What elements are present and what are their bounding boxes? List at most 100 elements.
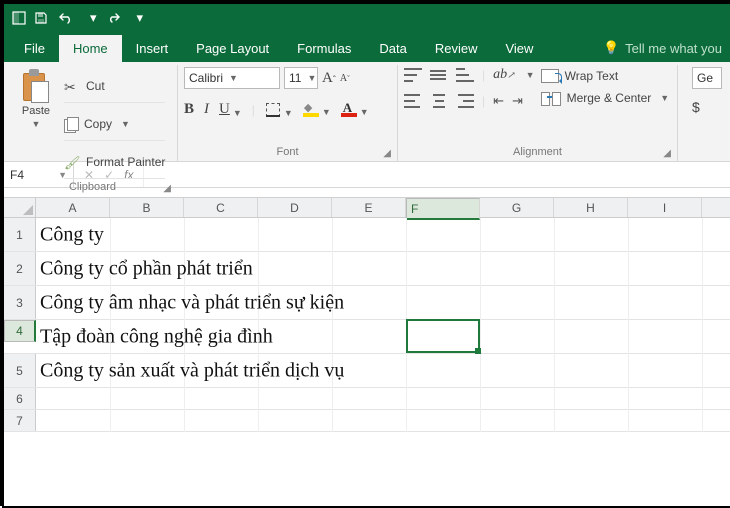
col-header-e[interactable]: E	[332, 198, 406, 217]
scissors-icon	[64, 79, 80, 93]
align-right-icon[interactable]	[456, 94, 474, 108]
save-icon[interactable]	[34, 11, 48, 25]
format-painter-button[interactable]: Format Painter	[64, 145, 165, 179]
accounting-format-icon[interactable]: $	[692, 99, 700, 115]
select-all-corner[interactable]	[4, 198, 36, 217]
align-top-icon[interactable]	[404, 68, 422, 82]
qat-customize-icon[interactable]: ▾	[137, 10, 144, 26]
redo-icon[interactable]	[107, 11, 121, 25]
paste-label: Paste	[22, 105, 50, 117]
row-7[interactable]: 7	[4, 410, 730, 432]
clipboard-launcher-icon[interactable]: ◢	[163, 183, 171, 194]
tab-review[interactable]: Review	[421, 35, 492, 62]
bold-button[interactable]: B	[184, 101, 194, 118]
tab-file[interactable]: File	[10, 35, 59, 62]
group-label-clipboard: Clipboard ◢	[14, 179, 171, 196]
tell-me-label: Tell me what you	[625, 41, 722, 56]
row-header-5[interactable]: 5	[4, 354, 36, 387]
row-header-7[interactable]: 7	[4, 410, 36, 431]
col-header-i[interactable]: I	[628, 198, 702, 217]
col-header-b[interactable]: B	[110, 198, 184, 217]
row-6[interactable]: 6	[4, 388, 730, 410]
chevron-down-icon[interactable]: ▼	[322, 107, 331, 117]
merge-center-button[interactable]: Merge & Center ▼	[541, 91, 670, 105]
row-header-2[interactable]: 2	[4, 252, 36, 285]
number-format-value: Ge	[697, 71, 713, 85]
row-2[interactable]: 2 Công ty cổ phần phát triển	[4, 252, 730, 286]
cell-a4[interactable]: Tập đoàn công nghệ gia đình	[40, 325, 273, 348]
font-size-value: 11	[289, 71, 301, 85]
col-header-c[interactable]: C	[184, 198, 258, 217]
paste-button[interactable]: Paste ▼	[14, 67, 58, 129]
row-header-6[interactable]: 6	[4, 388, 36, 409]
tab-formulas[interactable]: Formulas	[283, 35, 365, 62]
decrease-indent-icon[interactable]: ⇤	[493, 93, 504, 109]
cell-a3[interactable]: Công ty âm nhạc và phát triển sự kiện	[40, 291, 344, 314]
align-center-icon[interactable]	[430, 94, 448, 108]
tab-page-layout[interactable]: Page Layout	[182, 35, 283, 62]
align-middle-icon[interactable]	[430, 68, 448, 82]
paste-dropdown-icon[interactable]: ▼	[32, 119, 41, 129]
col-header-h[interactable]: H	[554, 198, 628, 217]
col-header-g[interactable]: G	[480, 198, 554, 217]
active-cell-cursor	[406, 319, 480, 353]
tab-data[interactable]: Data	[365, 35, 420, 62]
font-size-select[interactable]: 11 ▼	[284, 67, 318, 89]
align-left-icon[interactable]	[404, 94, 422, 108]
col-header-d[interactable]: D	[258, 198, 332, 217]
title-bar: ▾ ▾	[4, 4, 730, 32]
chevron-down-icon[interactable]: ▼	[526, 70, 535, 80]
tab-view[interactable]: View	[491, 35, 547, 62]
grid-rows: 1 Công ty 2 Công ty cổ phần phát triển 3…	[4, 218, 730, 432]
tab-home[interactable]: Home	[59, 35, 122, 62]
brush-icon	[64, 155, 80, 169]
font-name-select[interactable]: Calibri ▼	[184, 67, 280, 89]
format-painter-label: Format Painter	[86, 155, 165, 169]
row-header-1[interactable]: 1	[4, 218, 36, 251]
undo-dropdown-icon[interactable]: ▾	[90, 10, 97, 26]
increase-font-icon[interactable]: Aˆ	[322, 70, 336, 87]
chevron-down-icon[interactable]: ▼	[284, 108, 293, 118]
tell-me-search[interactable]: 💡 Tell me what you	[595, 34, 730, 62]
fill-color-button[interactable]: ▼	[303, 103, 331, 117]
copy-dropdown-icon[interactable]: ▼	[121, 119, 130, 129]
undo-icon[interactable]	[58, 11, 74, 25]
chevron-down-icon[interactable]: ▼	[660, 93, 669, 103]
col-header-a[interactable]: A	[36, 198, 110, 217]
row-5[interactable]: 5 Công ty sản xuất và phát triển dịch vụ	[4, 354, 730, 388]
tab-insert[interactable]: Insert	[122, 35, 183, 62]
italic-button[interactable]: I	[204, 101, 209, 118]
number-format-select[interactable]: Ge	[692, 67, 722, 89]
cell-a2[interactable]: Công ty cổ phần phát triển	[40, 257, 253, 280]
decrease-font-icon[interactable]: Aˇ	[340, 73, 350, 84]
increase-indent-icon[interactable]: ⇥	[512, 93, 523, 109]
align-bottom-icon[interactable]	[456, 68, 474, 82]
chevron-down-icon[interactable]: ▼	[360, 107, 369, 117]
row-3[interactable]: 3 Công ty âm nhạc và phát triển sự kiện	[4, 286, 730, 320]
quick-access-toolbar: ▾ ▾	[28, 10, 143, 26]
copy-button[interactable]: Copy ▼	[64, 107, 165, 141]
ribbon-tabs: File Home Insert Page Layout Formulas Da…	[4, 32, 730, 62]
font-color-button[interactable]: ▼	[341, 103, 369, 117]
cell-a1[interactable]: Công ty	[40, 223, 104, 246]
cell-a5[interactable]: Công ty sản xuất và phát triển dịch vụ	[40, 359, 344, 382]
chevron-down-icon[interactable]: ▼	[233, 108, 242, 118]
wrap-text-label: Wrap Text	[565, 69, 619, 83]
borders-button[interactable]: ▼	[265, 102, 293, 118]
row-1[interactable]: 1 Công ty	[4, 218, 730, 252]
app-menu-icon[interactable]	[10, 11, 28, 25]
worksheet-grid[interactable]: A B C D E F G H I 1 Công ty 2 Công ty cổ…	[4, 198, 730, 432]
cut-button[interactable]: Cut	[64, 69, 165, 103]
orientation-icon[interactable]: ab↗	[493, 67, 515, 83]
col-header-f[interactable]: F	[406, 198, 480, 220]
row-4[interactable]: 4 Tập đoàn công nghệ gia đình	[4, 320, 730, 354]
row-header-3[interactable]: 3	[4, 286, 36, 319]
copy-icon	[64, 117, 78, 131]
wrap-text-button[interactable]: Wrap Text	[541, 69, 670, 83]
underline-button[interactable]: U▼	[219, 101, 242, 118]
merge-center-label: Merge & Center	[567, 91, 652, 105]
alignment-launcher-icon[interactable]: ◢	[663, 148, 671, 159]
row-header-4[interactable]: 4	[4, 320, 36, 342]
merge-icon	[541, 91, 561, 105]
font-launcher-icon[interactable]: ◢	[383, 148, 391, 159]
